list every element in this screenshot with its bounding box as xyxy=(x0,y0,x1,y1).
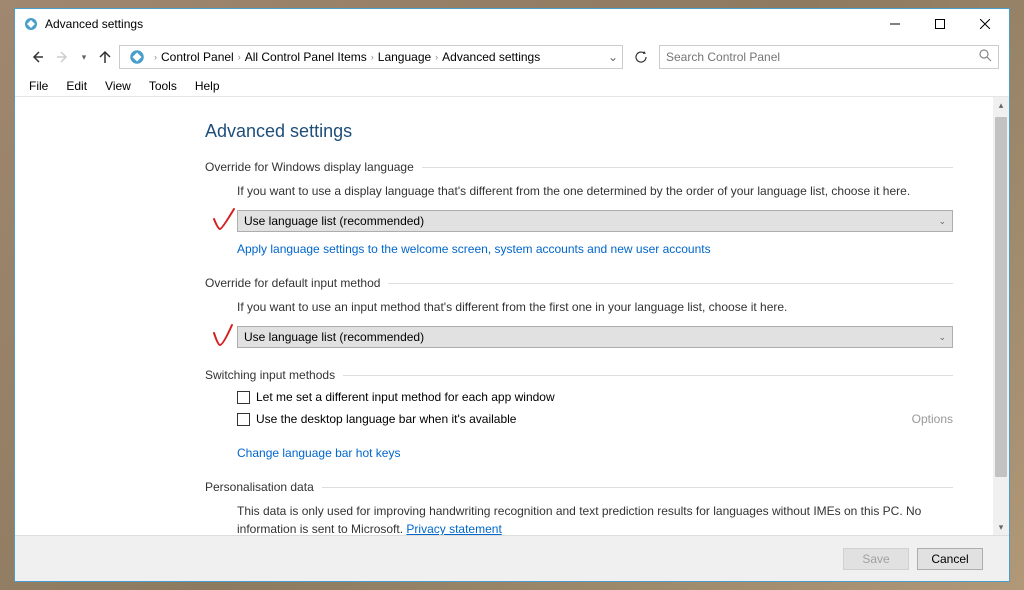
scroll-down-button[interactable]: ▾ xyxy=(993,519,1009,535)
search-box[interactable] xyxy=(659,45,999,69)
forward-button[interactable] xyxy=(51,45,75,69)
options-link[interactable]: Options xyxy=(912,412,953,426)
menubar: File Edit View Tools Help xyxy=(15,75,1009,97)
section-title: Switching input methods xyxy=(205,368,335,382)
content-area: Advanced settings Override for Windows d… xyxy=(15,97,1009,535)
address-dropdown[interactable]: ⌄ xyxy=(608,50,618,64)
section-description: If you want to use an input method that'… xyxy=(237,298,953,316)
minimize-button[interactable] xyxy=(872,9,917,39)
nav-toolbar: ▾ › Control Panel › All Control Panel It… xyxy=(15,39,1009,75)
chevron-icon: › xyxy=(435,52,438,62)
scrollbar-thumb[interactable] xyxy=(995,117,1007,477)
chevron-icon: › xyxy=(154,52,157,62)
chevron-icon: › xyxy=(371,52,374,62)
annotation-checkmark xyxy=(212,207,236,233)
titlebar: Advanced settings xyxy=(15,9,1009,39)
chevron-down-icon: ⌄ xyxy=(938,216,946,227)
section-description: If you want to use a display language th… xyxy=(237,182,953,200)
app-icon xyxy=(23,16,39,32)
menu-help[interactable]: Help xyxy=(187,77,228,95)
hotkeys-link[interactable]: Change language bar hot keys xyxy=(237,446,400,460)
combo-value: Use language list (recommended) xyxy=(244,330,424,344)
checkbox-label: Use the desktop language bar when it's a… xyxy=(256,412,516,426)
display-language-combo[interactable]: Use language list (recommended) ⌄ xyxy=(237,210,953,232)
address-bar[interactable]: › Control Panel › All Control Panel Item… xyxy=(119,45,623,69)
footer: Save Cancel xyxy=(15,535,1009,581)
section-title: Override for Windows display language xyxy=(205,160,414,174)
annotation-checkmark xyxy=(212,323,236,349)
menu-edit[interactable]: Edit xyxy=(58,77,95,95)
section-title: Override for default input method xyxy=(205,276,380,290)
search-icon xyxy=(979,49,992,65)
per-app-input-checkbox[interactable] xyxy=(237,391,250,404)
divider xyxy=(422,167,953,168)
combo-value: Use language list (recommended) xyxy=(244,214,424,228)
divider xyxy=(322,487,953,488)
checkbox-label: Let me set a different input method for … xyxy=(256,390,555,404)
scroll-up-button[interactable]: ▴ xyxy=(993,97,1009,113)
scrollbar[interactable]: ▴ ▾ xyxy=(993,97,1009,535)
desktop-langbar-checkbox[interactable] xyxy=(237,413,250,426)
breadcrumb-item[interactable]: Language xyxy=(378,50,431,64)
menu-view[interactable]: View xyxy=(97,77,139,95)
menu-file[interactable]: File xyxy=(21,77,56,95)
location-icon xyxy=(128,48,146,66)
breadcrumb-item[interactable]: Advanced settings xyxy=(442,50,540,64)
back-button[interactable] xyxy=(25,45,49,69)
menu-tools[interactable]: Tools xyxy=(141,77,185,95)
breadcrumb-item[interactable]: All Control Panel Items xyxy=(245,50,367,64)
up-button[interactable] xyxy=(93,45,117,69)
privacy-link[interactable]: Privacy statement xyxy=(406,522,501,535)
cancel-button[interactable]: Cancel xyxy=(917,548,983,570)
window-frame: Advanced settings ▾ › Control Panel xyxy=(14,8,1010,582)
chevron-icon: › xyxy=(238,52,241,62)
refresh-button[interactable] xyxy=(629,45,653,69)
apply-settings-link[interactable]: Apply language settings to the welcome s… xyxy=(237,242,711,256)
divider xyxy=(343,375,953,376)
section-description: This data is only used for improving han… xyxy=(237,502,953,535)
search-input[interactable] xyxy=(666,50,979,64)
chevron-down-icon: ⌄ xyxy=(938,332,946,343)
window-title: Advanced settings xyxy=(45,17,143,31)
recent-dropdown[interactable]: ▾ xyxy=(77,45,91,69)
maximize-button[interactable] xyxy=(917,9,962,39)
divider xyxy=(388,283,953,284)
page-heading: Advanced settings xyxy=(205,121,993,142)
close-button[interactable] xyxy=(962,9,1007,39)
input-method-combo[interactable]: Use language list (recommended) ⌄ xyxy=(237,326,953,348)
section-title: Personalisation data xyxy=(205,480,314,494)
breadcrumb-item[interactable]: Control Panel xyxy=(161,50,234,64)
save-button[interactable]: Save xyxy=(843,548,909,570)
